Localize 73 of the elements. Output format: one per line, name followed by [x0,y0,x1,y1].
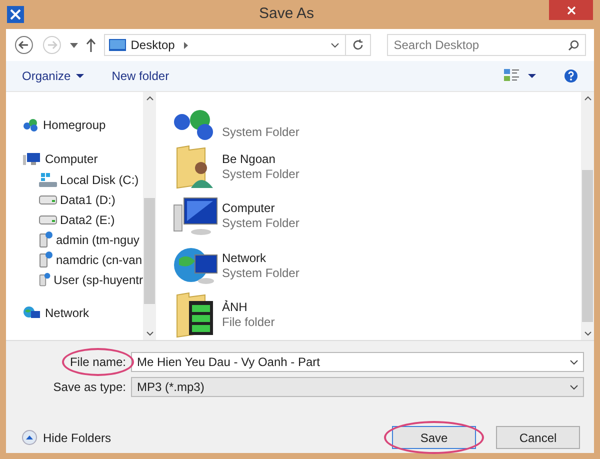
scroll-up-icon[interactable] [584,96,592,101]
close-icon [566,6,576,14]
scrollbar-thumb[interactable] [144,198,155,304]
search-field[interactable]: Search Desktop [386,34,586,56]
address-bar[interactable]: Desktop [104,34,371,56]
dropdown-caret-icon[interactable] [70,42,78,48]
scrollbar-thumb[interactable] [582,170,593,322]
homegroup-icon [23,118,39,132]
file-name: Network [222,250,268,266]
new-folder-button[interactable]: New folder [112,67,170,85]
collapse-icon [22,430,37,445]
network-drive-icon [39,251,53,268]
app-icon [7,6,24,23]
search-input[interactable]: Search Desktop [394,36,568,54]
field-label: Save as type: [53,380,126,394]
sidebar-item[interactable]: Computer [6,150,143,168]
back-icon[interactable] [14,35,34,55]
scroll-down-icon[interactable] [584,331,592,336]
file-item[interactable]: ẢNH File folder [170,290,581,340]
dialog-button[interactable]: Save [392,426,476,449]
up-arrow-icon[interactable] [86,38,96,52]
file-type: System Folder [222,166,300,182]
caret-icon[interactable] [528,74,536,78]
scroll-up-icon[interactable] [146,96,154,101]
drive-icon [39,214,57,224]
hide-folders-button[interactable]: Hide Folders [16,428,112,446]
sidebar-item[interactable]: Homegroup [6,116,143,134]
caret-icon [76,74,84,78]
chevron-down-icon[interactable] [330,42,339,48]
network-drive-icon [39,231,53,248]
windows-drive-icon [39,172,57,188]
scroll-down-icon[interactable] [146,331,154,336]
field-label: File name: [70,355,126,369]
sidebar-item[interactable]: Local Disk (C:) [6,171,143,188]
refresh-icon[interactable] [352,39,364,51]
file-type: System Folder [222,216,300,232]
chevron-right-icon [184,42,188,48]
file-type: System Folder [222,266,300,281]
file-item[interactable]: Network System Folder [170,240,581,290]
scrollbar[interactable] [581,92,594,340]
file-type-dropdown[interactable]: MP3 (*.mp3) [131,377,584,397]
dialog-button[interactable]: Cancel [496,426,580,449]
help-icon[interactable] [564,69,578,83]
drive-icon [39,194,57,204]
file-item[interactable]: Be Ngoan System Folder [170,142,581,192]
chevron-down-icon[interactable] [570,360,578,364]
file-type: System Folder [222,124,300,140]
file-name-field[interactable]: Me Hien Yeu Dau - Vy Oanh - Part [131,352,584,372]
file-type: File folder [222,315,275,330]
file-name: Be Ngoan [222,152,276,167]
network-drive-icon [39,271,51,288]
file-name: ẢNH [222,300,248,316]
chevron-down-icon[interactable] [570,384,578,390]
sidebar-item[interactable]: Data1 (D:) [6,191,143,208]
network-icon [23,306,41,320]
computer-icon [23,152,41,166]
search-icon [568,40,579,50]
address-location: Desktop [130,37,175,54]
sidebar-item[interactable]: admin (tm-nguy [6,231,143,248]
desktop-icon [108,39,126,51]
window-title: Save As [258,4,316,24]
sidebar-item[interactable]: User (sp-huyentr [6,271,143,288]
close-button[interactable] [549,0,593,20]
sidebar-item[interactable]: namdric (cn-van [6,251,143,268]
file-item[interactable]: Computer System Folder [170,191,581,241]
file-name: Computer [222,201,276,216]
file-item[interactable]: System Folder [170,92,581,142]
sidebar-item[interactable]: Data2 (E:) [6,211,143,228]
scrollbar[interactable] [143,92,156,340]
sidebar-item[interactable]: Network [6,304,143,322]
computer-icon [173,195,219,238]
organize-button[interactable]: Organize [22,67,84,85]
view-options-icon[interactable] [504,69,520,83]
